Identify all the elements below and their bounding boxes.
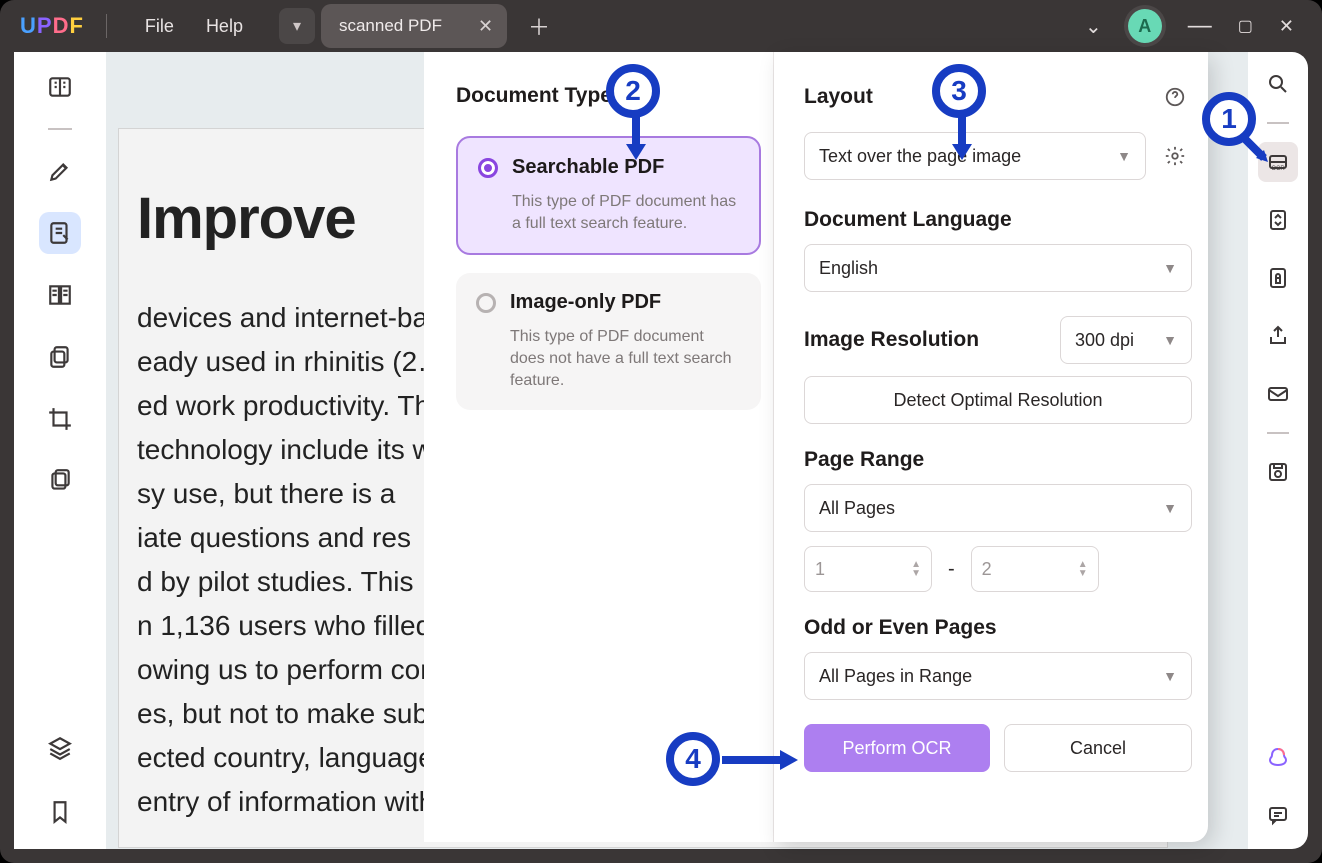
callout-1: 1 — [1202, 92, 1256, 146]
perform-ocr-button[interactable]: Perform OCR — [804, 724, 990, 772]
odd-even-label: Odd or Even Pages — [804, 616, 1192, 640]
menu-file[interactable]: File — [129, 16, 190, 37]
page-range-label: Page Range — [804, 448, 1192, 472]
arrow-4 — [722, 748, 802, 779]
option-desc: This type of PDF document has a full tex… — [512, 191, 739, 235]
tab-close-icon[interactable]: ✕ — [478, 16, 493, 37]
convert-icon[interactable] — [1258, 200, 1298, 240]
chevron-down-icon: ▼ — [1117, 148, 1131, 164]
share-icon[interactable] — [1258, 316, 1298, 356]
odd-even-select[interactable]: All Pages in Range ▼ — [804, 652, 1192, 700]
separator — [106, 14, 107, 38]
comment-icon[interactable] — [1258, 795, 1298, 835]
separator — [48, 128, 72, 130]
radio-icon — [478, 158, 498, 178]
duplicate-icon[interactable] — [39, 336, 81, 378]
search-icon[interactable] — [1258, 64, 1298, 104]
input-value: 2 — [982, 559, 992, 580]
select-value: Text over the page image — [819, 146, 1021, 167]
separator — [1267, 432, 1289, 434]
tab-label: scanned PDF — [339, 16, 442, 36]
input-value: 1 — [815, 559, 825, 580]
chevron-down-icon[interactable]: ⌄ — [1085, 14, 1102, 39]
spinner-arrows-icon[interactable]: ▲▼ — [1078, 560, 1088, 578]
tab-bar: ▾ scanned PDF ✕ ＋ — [279, 0, 557, 52]
select-value: English — [819, 258, 878, 279]
language-select[interactable]: English ▼ — [804, 244, 1192, 292]
select-value: All Pages — [819, 498, 895, 519]
callout-2: 2 — [606, 64, 660, 118]
chevron-down-icon: ▼ — [1163, 260, 1177, 276]
panel-document-type: Document Type Searchable PDF This type o… — [424, 52, 774, 842]
help-icon[interactable] — [1158, 80, 1192, 114]
mail-icon[interactable] — [1258, 374, 1298, 414]
chevron-down-icon: ▼ — [1163, 332, 1177, 348]
cancel-button[interactable]: Cancel — [1004, 724, 1192, 772]
protect-icon[interactable] — [1258, 258, 1298, 298]
app-body: OCR Improve devices and internet-bas… ea… — [14, 52, 1308, 849]
minimize-button[interactable]: — — [1188, 12, 1212, 40]
avatar[interactable]: A — [1128, 9, 1162, 43]
separator — [1267, 122, 1289, 124]
option-image-only-pdf[interactable]: Image-only PDF This type of PDF document… — [456, 273, 761, 410]
chevron-down-icon: ▼ — [1163, 668, 1177, 684]
callout-3: 3 — [932, 64, 986, 118]
callout-4: 4 — [666, 732, 720, 786]
save-icon[interactable] — [1258, 452, 1298, 492]
app-logo: UPDF — [20, 13, 84, 39]
option-searchable-pdf[interactable]: Searchable PDF This type of PDF document… — [456, 136, 761, 255]
new-tab-button[interactable]: ＋ — [521, 8, 557, 44]
menu-help[interactable]: Help — [190, 16, 259, 37]
gear-icon[interactable] — [1158, 139, 1192, 173]
arrow-1 — [1240, 134, 1280, 179]
option-title: Image-only PDF — [510, 291, 661, 314]
panel-ocr-settings: Layout Text over the page image▼ Documen… — [774, 52, 1208, 842]
detect-resolution-button[interactable]: Detect Optimal Resolution — [804, 376, 1192, 424]
option-desc: This type of PDF document does not have … — [510, 326, 741, 392]
layers-icon[interactable] — [39, 727, 81, 769]
page-range-select[interactable]: All Pages ▼ — [804, 484, 1192, 532]
reader-icon[interactable] — [39, 66, 81, 108]
tab-dropdown[interactable]: ▾ — [279, 8, 315, 44]
resolution-label: Image Resolution — [804, 328, 1048, 352]
arrow-2 — [624, 116, 654, 167]
title-bar: UPDF File Help ▾ scanned PDF ✕ ＋ ⌄ A — ▢… — [0, 0, 1322, 52]
close-button[interactable]: ✕ — [1279, 16, 1294, 37]
page-from-input[interactable]: 1 ▲▼ — [804, 546, 932, 592]
arrow-3 — [950, 116, 980, 167]
bookmark-icon[interactable] — [39, 791, 81, 833]
radio-icon — [476, 293, 496, 313]
pages-icon[interactable] — [39, 274, 81, 316]
highlighter-icon[interactable] — [39, 150, 81, 192]
resolution-select[interactable]: 300 dpi ▼ — [1060, 316, 1192, 364]
chevron-down-icon: ▼ — [1163, 500, 1177, 516]
copy-icon[interactable] — [39, 460, 81, 502]
page-to-input[interactable]: 2 ▲▼ — [971, 546, 1099, 592]
app-window: UPDF File Help ▾ scanned PDF ✕ ＋ ⌄ A — ▢… — [0, 0, 1322, 863]
left-toolbar — [14, 52, 106, 849]
crop-icon[interactable] — [39, 398, 81, 440]
tab-scanned-pdf[interactable]: scanned PDF ✕ — [321, 4, 507, 48]
language-label: Document Language — [804, 208, 1192, 232]
edit-icon[interactable] — [39, 212, 81, 254]
ai-icon[interactable] — [1258, 737, 1298, 777]
maximize-button[interactable]: ▢ — [1238, 16, 1253, 36]
spinner-arrows-icon[interactable]: ▲▼ — [911, 560, 921, 578]
select-value: All Pages in Range — [819, 666, 972, 687]
range-dash: - — [948, 558, 955, 581]
select-value: 300 dpi — [1075, 330, 1134, 351]
